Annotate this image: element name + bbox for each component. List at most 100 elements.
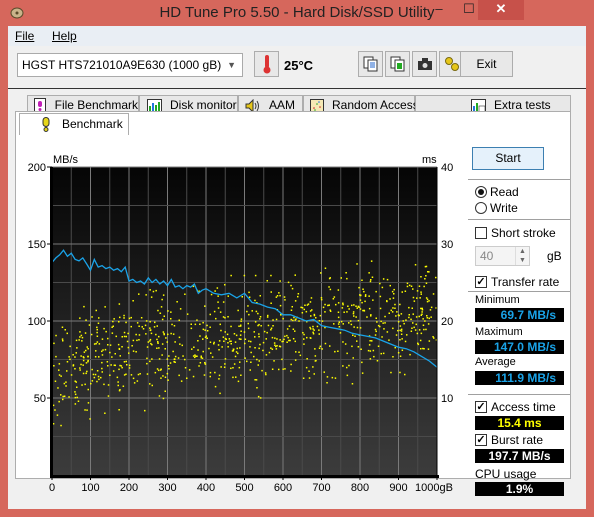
access-time-point	[79, 369, 81, 371]
access-time-point	[312, 366, 314, 368]
access-time-point	[232, 376, 234, 379]
access-time-point	[368, 344, 371, 346]
short-stroke-unit: gB	[547, 249, 562, 263]
write-radio[interactable]: Write	[475, 201, 518, 215]
access-time-point	[362, 288, 364, 290]
access-time-point	[112, 370, 115, 372]
access-time-point	[54, 380, 57, 382]
access-time-point	[356, 307, 358, 309]
access-time-point	[182, 355, 184, 357]
access-time-checkbox[interactable]: ✓ Access time	[475, 400, 556, 414]
access-time-point	[240, 374, 242, 376]
access-time-point	[361, 279, 363, 281]
access-time-point	[128, 352, 130, 354]
access-time-point	[405, 319, 407, 321]
access-time-point	[55, 355, 57, 358]
read-radio[interactable]: Read	[475, 185, 519, 199]
access-time-point	[250, 361, 252, 363]
access-time-point	[326, 376, 329, 378]
short-stroke-spinner[interactable]: 40 ▲ ▼	[475, 246, 530, 266]
access-time-point	[224, 331, 226, 333]
access-time-point	[422, 347, 424, 350]
access-time-point	[295, 318, 297, 320]
access-time-point	[421, 309, 424, 311]
access-time-point	[416, 297, 418, 299]
access-time-point	[273, 342, 276, 344]
access-time-point	[425, 297, 428, 299]
y-tick-label: 200	[28, 162, 46, 174]
access-time-point	[267, 314, 269, 317]
access-time-point	[416, 332, 419, 335]
access-time-point	[302, 332, 304, 334]
access-time-point	[149, 327, 151, 329]
access-time-point	[58, 400, 60, 403]
access-time-point	[345, 272, 347, 274]
access-time-point	[52, 423, 55, 425]
short-stroke-value: 40	[480, 249, 494, 263]
access-time-point	[145, 333, 147, 335]
access-time-point	[394, 303, 396, 306]
access-time-point	[314, 348, 316, 350]
short-stroke-checkbox[interactable]: Short stroke	[475, 226, 556, 240]
access-time-point	[132, 339, 135, 342]
access-time-point	[79, 317, 81, 319]
access-time-point	[292, 319, 294, 322]
access-time-point	[372, 299, 374, 301]
access-time-point	[62, 340, 64, 342]
access-time-point	[243, 331, 246, 333]
access-time-point	[238, 366, 241, 369]
access-time-point	[125, 360, 127, 363]
access-time-point	[82, 356, 85, 358]
access-time-point	[215, 317, 217, 320]
transfer-rate-checkbox[interactable]: ✓ Transfer rate	[475, 275, 559, 289]
access-time-point	[135, 351, 137, 353]
access-time-point	[150, 296, 153, 298]
access-time-point	[156, 325, 158, 327]
access-time-point	[160, 377, 162, 379]
access-time-point	[363, 290, 365, 293]
access-time-point	[371, 276, 374, 278]
access-time-point	[101, 350, 103, 353]
access-time-point	[204, 362, 206, 364]
tab-benchmark[interactable]: Benchmark	[19, 113, 129, 135]
access-time-point	[86, 370, 88, 373]
access-time-point	[295, 351, 297, 353]
access-time-point	[394, 346, 396, 349]
access-time-point	[416, 290, 419, 292]
access-time-point	[272, 319, 274, 321]
burst-rate-value: 197.7 MB/s	[475, 449, 564, 463]
access-time-point	[94, 373, 97, 376]
access-time-point	[199, 335, 201, 337]
access-time-point	[257, 395, 260, 398]
access-time-point	[376, 321, 378, 323]
access-time-point	[233, 363, 236, 365]
access-time-point	[227, 295, 229, 297]
access-time-point	[294, 340, 296, 343]
access-time-point	[290, 370, 292, 372]
access-time-point	[226, 333, 229, 336]
access-time-point	[334, 350, 336, 353]
access-time-point	[282, 317, 284, 320]
access-time-point	[206, 337, 208, 339]
burst-rate-checkbox[interactable]: ✓ Burst rate	[475, 433, 543, 447]
access-time-point	[420, 293, 422, 295]
access-time-point	[130, 325, 132, 328]
access-time-point	[259, 343, 261, 346]
spinner-arrows-icon[interactable]: ▲ ▼	[515, 247, 529, 265]
start-button[interactable]: Start	[472, 147, 544, 170]
access-time-point	[375, 290, 377, 293]
access-time-point	[259, 295, 261, 297]
access-time-point	[112, 320, 114, 323]
access-time-point	[117, 384, 119, 387]
access-time-point	[204, 336, 207, 338]
access-time-point	[219, 392, 221, 395]
access-time-point	[202, 338, 204, 340]
access-time-point	[355, 305, 357, 307]
access-time-point	[107, 337, 109, 340]
access-time-point	[238, 338, 241, 340]
y2-tick-label: 10	[441, 393, 453, 405]
access-time-point	[420, 276, 422, 278]
access-time-point	[171, 323, 173, 326]
minimum-value: 69.7 MB/s	[475, 308, 564, 322]
access-time-point	[420, 332, 423, 335]
